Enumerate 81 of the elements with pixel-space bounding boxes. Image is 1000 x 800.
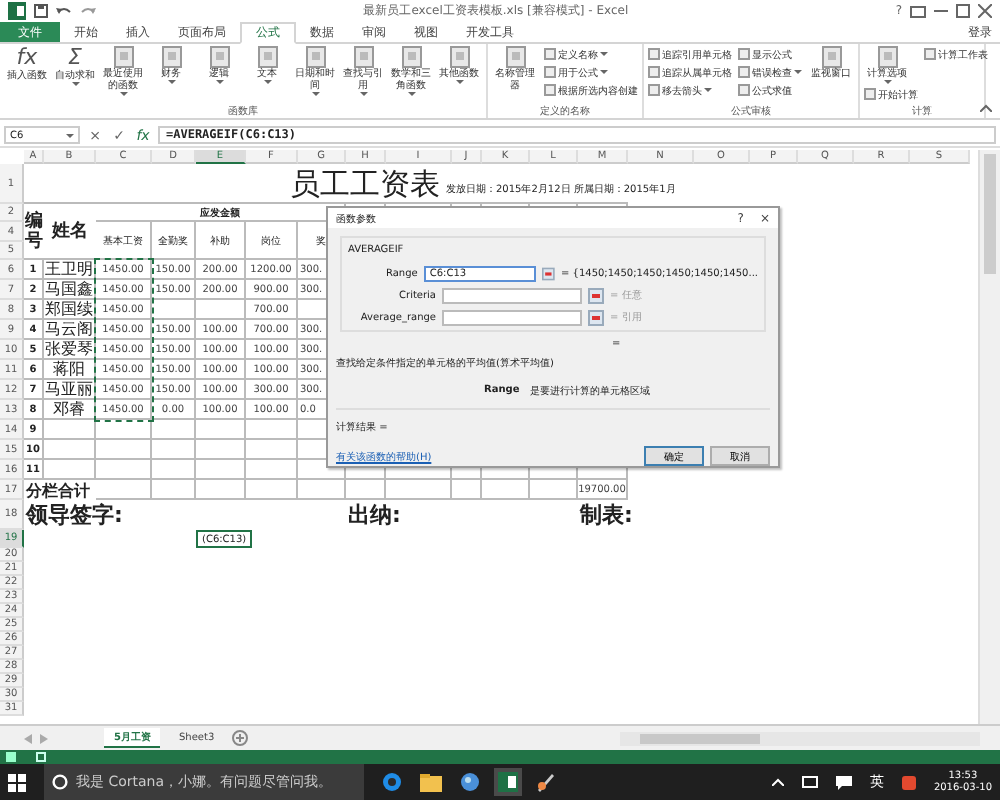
add-sheet-icon[interactable]: [232, 730, 249, 746]
message-icon[interactable]: [835, 775, 852, 789]
caret-icon: [66, 133, 74, 137]
table-cell: [96, 460, 152, 480]
paint-icon[interactable]: [536, 772, 556, 792]
ready-icon: [6, 752, 16, 762]
argument-field[interactable]: [442, 309, 582, 326]
table-cell: [482, 480, 530, 500]
book-icon: [401, 46, 421, 68]
table-cell: [196, 300, 246, 320]
table-cell: [452, 480, 482, 500]
table-cell: [152, 420, 196, 440]
table-cell: 马国鑫: [44, 280, 96, 300]
table-cell: [386, 480, 452, 500]
table-cell: [246, 460, 298, 480]
table-cell: 马亚丽: [44, 380, 96, 400]
redo-icon[interactable]: [80, 5, 96, 17]
excel-logo-icon[interactable]: [8, 2, 26, 20]
vertical-scrollbar[interactable]: [978, 150, 1000, 724]
collapse-ribbon-icon[interactable]: [980, 104, 992, 112]
globe-icon[interactable]: [460, 772, 480, 792]
table-cell: 张爱琴: [44, 340, 96, 360]
table-cell: 郑国续: [44, 300, 96, 320]
book-icon: [353, 46, 373, 68]
table-cell: [44, 440, 96, 460]
table-cell: [44, 420, 96, 440]
table-cell: [152, 440, 196, 460]
table-cell: [196, 440, 246, 460]
save-icon[interactable]: [34, 4, 48, 18]
table-cell: [196, 420, 246, 440]
table-cell: [530, 480, 578, 500]
book-icon: [161, 46, 181, 68]
table-cell: [152, 460, 196, 480]
book-icon: [505, 46, 525, 68]
book-icon: [821, 46, 841, 68]
table-cell: [196, 480, 246, 500]
table-cell: [96, 420, 152, 440]
macro-icon[interactable]: [36, 752, 46, 762]
signature-label: 领导签字:: [24, 500, 125, 530]
app-tray-icon[interactable]: [901, 775, 916, 789]
argument-field[interactable]: [442, 287, 582, 304]
chevron-up-icon[interactable]: [771, 778, 784, 786]
book-icon: [877, 46, 897, 68]
signature-label: 制表:: [578, 500, 635, 530]
table-cell: 蒋阳: [44, 360, 96, 380]
table-cell: 邓睿: [44, 400, 96, 420]
table-cell: [298, 480, 346, 500]
sheet-title: 员工工资表: [290, 168, 440, 202]
maximize-icon[interactable]: [956, 4, 970, 18]
browser-icon[interactable]: [382, 772, 402, 792]
list-icon: [924, 48, 936, 60]
book-icon: [257, 46, 277, 68]
table-cell: [44, 460, 96, 480]
table-cell: [196, 460, 246, 480]
list-icon: [864, 88, 876, 100]
table-cell: [152, 480, 196, 500]
close-icon[interactable]: [978, 4, 992, 18]
book-icon: [209, 46, 229, 68]
windows-start-icon[interactable]: [8, 773, 26, 791]
minimize-icon[interactable]: [934, 8, 948, 14]
circle-icon: [52, 774, 68, 790]
table-cell: [96, 440, 152, 460]
column-heading: 姓名: [44, 204, 98, 260]
column-heading: 编号: [24, 204, 46, 260]
table-cell: [96, 480, 152, 500]
book-icon: [449, 46, 469, 68]
collapse-dialog-icon[interactable]: [542, 265, 555, 282]
table-cell-text: 分栏合计: [24, 480, 92, 500]
horizontal-scrollbar[interactable]: [620, 731, 980, 745]
table-cell: [246, 480, 298, 500]
folder-icon[interactable]: [420, 773, 442, 791]
table-cell: [152, 300, 196, 320]
undo-icon[interactable]: [56, 5, 72, 17]
excel-app-icon[interactable]: [498, 772, 518, 792]
restore-ribbon-icon[interactable]: [910, 5, 926, 17]
book-icon: [113, 46, 133, 68]
book-icon: [305, 46, 325, 68]
table-cell: [346, 480, 386, 500]
table-cell: 马云阁: [44, 320, 96, 340]
network-icon[interactable]: [801, 775, 818, 789]
signature-label: 出纳:: [346, 500, 403, 530]
